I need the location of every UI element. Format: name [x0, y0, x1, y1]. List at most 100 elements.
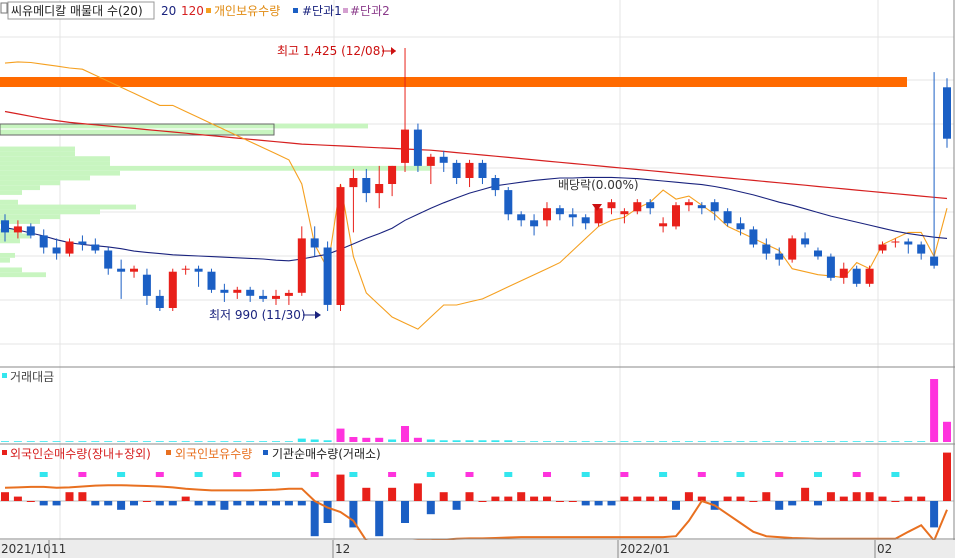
legend-volume: 거래대금 [2, 370, 54, 384]
candle [775, 253, 784, 260]
candle [620, 211, 629, 215]
candle [684, 202, 693, 206]
foreign-net-bar [13, 496, 22, 501]
volume-bar [672, 441, 680, 442]
institution-bar [814, 472, 822, 477]
foreign-net-bar [297, 501, 306, 506]
volume-bar [801, 441, 810, 442]
candle [530, 220, 539, 227]
candle [426, 156, 435, 166]
volume-bar [194, 441, 203, 442]
foreign-net-bar [65, 492, 74, 501]
candle [13, 226, 22, 233]
profile-bar [0, 199, 18, 205]
legend-foreign-hold: 외국인보유수량 [175, 447, 252, 461]
candle [310, 238, 319, 248]
institution-bar [117, 472, 126, 477]
volume-bar [878, 441, 887, 442]
volume-bar [362, 437, 371, 442]
profile-bar [0, 161, 110, 166]
candle [362, 178, 371, 194]
institution-bar [194, 472, 203, 477]
candle [465, 162, 474, 178]
candle [413, 129, 422, 166]
volume-bar [826, 441, 835, 442]
foreign-net-bar [826, 492, 835, 501]
volume-bar [117, 441, 126, 442]
foreign-net-bar [762, 492, 771, 501]
volume-bar [13, 441, 22, 442]
volume-bar [710, 441, 719, 442]
candle [130, 268, 138, 272]
volume-bar [272, 441, 280, 442]
volume-bar [220, 441, 229, 442]
foreign-net-bar [39, 501, 48, 506]
x-tick-label: 12 [335, 542, 350, 556]
candle [672, 205, 680, 227]
candle [78, 241, 87, 245]
candle [323, 247, 332, 305]
foreign-net-bar [233, 501, 242, 506]
foreign-net-bar [426, 501, 435, 515]
institution-bar [543, 472, 551, 477]
candle [349, 178, 358, 188]
profile-bar [0, 272, 46, 278]
volume-bar [297, 438, 306, 442]
institution-bar [39, 472, 48, 477]
volume-bar [375, 437, 384, 442]
institution-bar [697, 472, 706, 477]
volume-bar [504, 440, 513, 442]
foreign-net-bar [517, 492, 526, 501]
volume-bar [233, 441, 242, 442]
stock-chart[interactable]: 2021/10 11 12 2022/01 02 씨유메디칼 매물대 수(20) 20 … [0, 0, 955, 558]
candle [452, 162, 461, 178]
candle [246, 289, 255, 296]
foreign-net-bar [452, 501, 461, 510]
candle [401, 129, 409, 163]
volume-bar [426, 439, 435, 442]
foreign-net-bar [336, 474, 345, 501]
legend-flow: 외국인순매수량(장내+장외) 외국인보유수량 기관순매수량(거래소) [2, 447, 381, 461]
foreign-net-bar [620, 496, 629, 501]
institution-bar [233, 472, 242, 477]
volume-bar [491, 440, 500, 442]
candle [568, 214, 577, 218]
volume-bar [323, 440, 332, 442]
legend-individual: 개인보유수량 [214, 4, 280, 18]
volume-bar [310, 439, 319, 442]
foreign-net-bar [736, 496, 745, 501]
foreign-net-bar [814, 501, 822, 506]
volume-bar [659, 441, 668, 442]
profile-bar [0, 190, 22, 195]
candle [142, 274, 151, 296]
candle [91, 244, 100, 251]
foreign-net-bar [78, 492, 87, 501]
volume-bar [130, 441, 138, 442]
legend-s2: #단과1 [302, 4, 342, 18]
volume-bar [259, 441, 268, 442]
foreign-net-bar [194, 501, 203, 506]
foreign-net-bar [26, 501, 35, 502]
candle [104, 250, 113, 269]
foreign-net-bar [104, 501, 113, 506]
candle [852, 268, 861, 284]
volume-bar [646, 441, 655, 442]
profile-bar [0, 267, 22, 273]
candle [39, 235, 48, 248]
candle [607, 202, 616, 209]
foreign-net-bar [220, 501, 229, 510]
legend-volume-name: 거래대금 [10, 370, 54, 384]
legend-checkbox-icon[interactable] [0, 2, 8, 14]
candle [375, 184, 384, 194]
volume-bar [788, 441, 797, 442]
candle [439, 156, 448, 163]
candle [233, 289, 242, 293]
candle [117, 268, 126, 272]
volume-bar [749, 441, 758, 442]
volume-bar [775, 441, 784, 442]
foreign-net-bar [543, 496, 551, 501]
institution-bar [155, 472, 164, 477]
institution-bar [736, 472, 745, 477]
foreign-net-bar [878, 496, 887, 501]
volume-bar [168, 441, 177, 442]
